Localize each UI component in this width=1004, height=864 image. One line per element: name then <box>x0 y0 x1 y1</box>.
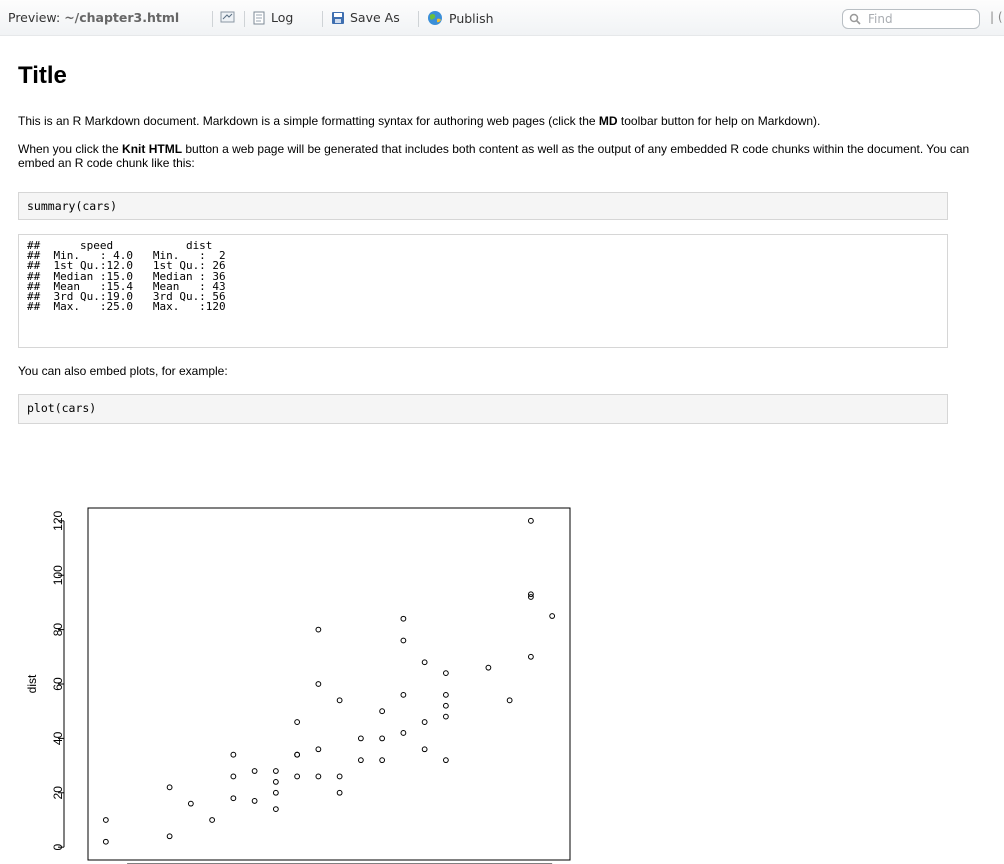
data-point <box>294 773 301 780</box>
data-point <box>527 517 534 524</box>
data-point <box>357 735 364 742</box>
data-point <box>421 659 428 666</box>
cars-scatter-plot: 0 20 40 60 80 100 120 dist <box>25 507 571 864</box>
data-point <box>187 800 194 807</box>
data-point <box>315 773 322 780</box>
data-point <box>272 768 279 774</box>
y-tick-label: 0 <box>51 844 65 851</box>
data-point <box>294 751 301 758</box>
plot-frame <box>87 507 571 861</box>
data-point <box>421 746 428 753</box>
y-tick-label: 120 <box>51 511 65 531</box>
data-point <box>442 713 449 720</box>
y-tick-label: 100 <box>51 565 65 585</box>
data-point <box>442 691 449 698</box>
data-point <box>442 670 449 677</box>
data-point <box>336 773 343 780</box>
y-tick-label: 80 <box>51 623 65 637</box>
data-point <box>294 719 301 725</box>
data-point <box>442 702 449 709</box>
data-point <box>166 784 173 791</box>
data-point <box>400 691 407 698</box>
data-point <box>400 730 407 736</box>
data-point <box>102 838 109 845</box>
data-point <box>230 751 237 758</box>
data-point <box>442 757 449 764</box>
data-point <box>272 789 279 796</box>
y-tick-label: 20 <box>51 786 65 800</box>
data-point <box>485 664 492 671</box>
data-point <box>379 735 386 742</box>
data-point <box>549 613 556 619</box>
data-point <box>315 626 322 633</box>
data-point <box>379 757 386 764</box>
data-point <box>527 653 534 660</box>
data-point <box>251 768 258 774</box>
data-point <box>251 798 258 804</box>
data-point <box>230 795 237 802</box>
data-point <box>336 789 343 796</box>
data-point <box>506 697 513 704</box>
y-axis-label: dist <box>25 674 39 693</box>
data-point <box>315 681 322 687</box>
data-point <box>166 833 173 840</box>
data-point <box>400 637 407 644</box>
data-point <box>400 615 407 622</box>
data-point <box>379 708 386 715</box>
data-point <box>102 817 109 823</box>
data-point <box>272 806 279 812</box>
data-point <box>336 697 343 704</box>
data-point <box>315 746 322 753</box>
data-point <box>421 719 428 725</box>
data-point <box>209 817 216 823</box>
data-point <box>230 773 237 780</box>
data-point <box>357 757 364 764</box>
y-tick-label: 40 <box>51 731 65 745</box>
data-point <box>272 778 279 785</box>
y-tick-label: 60 <box>51 677 65 691</box>
